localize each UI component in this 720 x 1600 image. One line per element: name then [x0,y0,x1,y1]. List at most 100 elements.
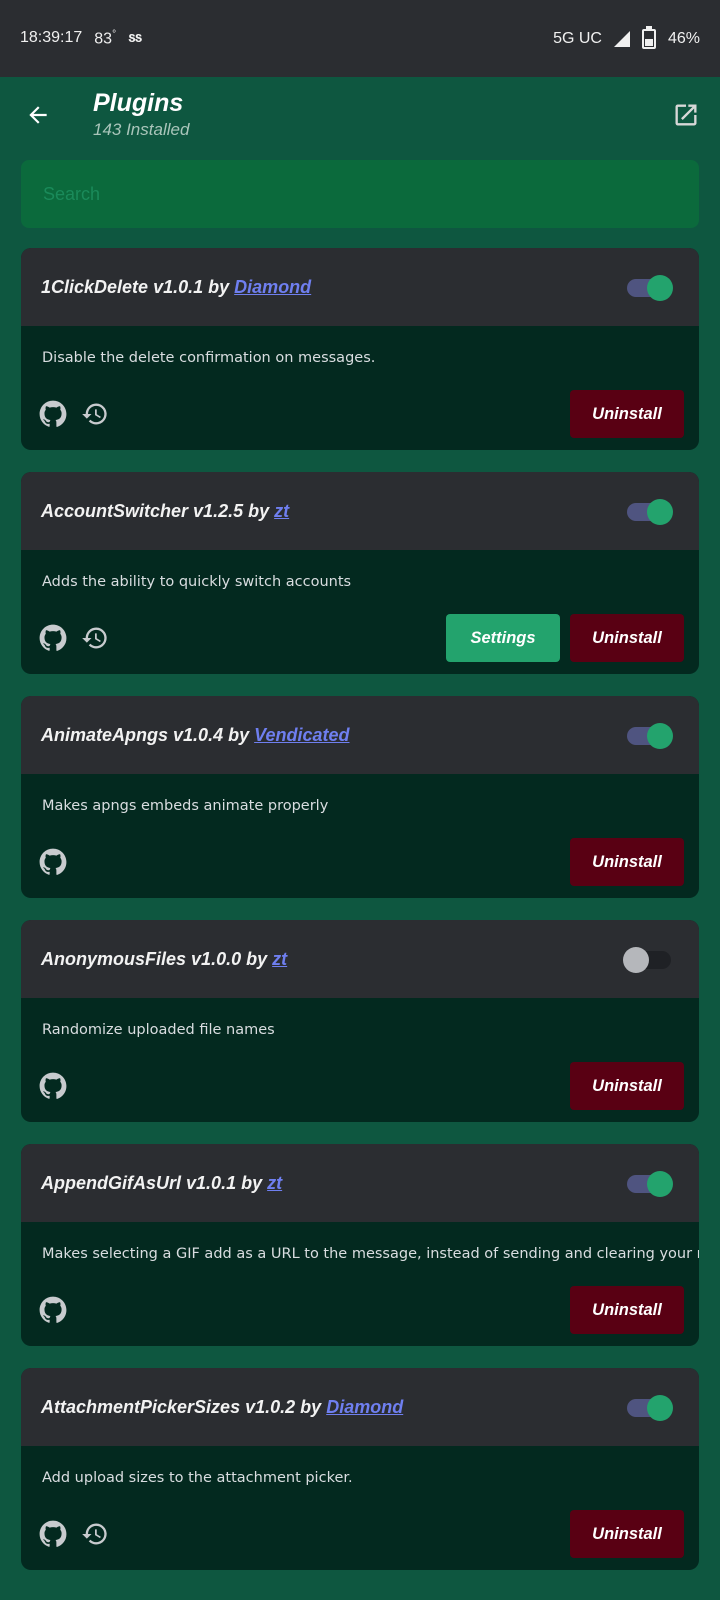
github-button[interactable] [37,1070,69,1102]
plugin-author-link[interactable]: zt [274,501,289,521]
plugin-description: Adds the ability to quickly switch accou… [42,574,352,590]
status-bar-right: 5G UC 46% [553,25,700,49]
uninstall-button[interactable]: Uninstall [570,1510,684,1558]
installed-count: 143 Installed [93,120,190,139]
network-type: 5G UC [553,29,602,47]
toggle-knob [647,1395,673,1421]
plugin-author-link[interactable]: zt [272,949,287,969]
title-block: Plugins 143 Installed [93,89,189,140]
plugin-button-row: Settings Uninstall [446,614,684,662]
plugin-version: v1.2.5 [193,500,244,521]
plugin-description: Randomize uploaded file names [42,1022,275,1038]
github-button[interactable] [37,1518,69,1550]
plugin-name: AnonymousFiles [41,948,187,969]
plugin-name: AnimateApngs [41,724,169,745]
plugin-title: AnonymousFiles v1.0.0 by zt [41,949,287,970]
toggle-knob [623,947,649,973]
github-button[interactable] [37,846,69,878]
plugin-version: v1.0.2 [245,1396,296,1417]
plugin-by: by [228,724,250,745]
github-icon [39,848,67,875]
plugin-button-row: Uninstall [570,1286,684,1334]
plugin-card-header: AnimateApngs v1.0.4 by Vendicated [21,696,699,774]
plugin-version: v1.0.1 [186,1172,237,1193]
plugin-description: Disable the delete confirmation on messa… [42,350,376,366]
github-icon [39,1072,67,1099]
plugin-card-header: AttachmentPickerSizes v1.0.2 by Diamond [21,1368,699,1446]
plugin-icon-row [37,846,69,878]
plugin-card-header: AnonymousFiles v1.0.0 by zt [21,920,699,998]
plugin-by: by [246,948,268,969]
plugin-title: 1ClickDelete v1.0.1 by Diamond [41,277,311,298]
search-input[interactable] [41,182,679,206]
plugin-icon-row [37,1294,69,1326]
arrow-left-icon [29,106,47,124]
app-bar: Plugins 143 Installed [0,77,720,157]
plugin-card-header: 1ClickDelete v1.0.1 by Diamond [21,248,699,326]
toggle-knob [647,275,673,301]
battery-percent: 46% [667,29,700,47]
plugin-enable-toggle[interactable] [627,498,673,525]
history-icon [82,627,107,649]
plugin-icon-row [37,622,111,654]
search-bar [21,160,699,228]
plugin-card-anonymousfiles: AnonymousFiles v1.0.0 by zt Randomize up… [21,920,699,1122]
plugin-button-row: Uninstall [570,390,684,438]
plugin-title: AccountSwitcher v1.2.5 by zt [41,501,289,522]
plugin-version: v1.0.1 [153,276,204,297]
github-icon [39,1520,67,1547]
plugin-enable-toggle[interactable] [627,1170,673,1197]
github-button[interactable] [37,1294,69,1326]
history-button[interactable] [79,398,111,430]
signal-icon [613,30,630,47]
uninstall-button[interactable]: Uninstall [570,390,684,438]
plugin-card-body: Disable the delete confirmation on messa… [21,326,699,450]
plugin-enable-toggle[interactable] [627,274,673,301]
toggle-knob [647,499,673,525]
plugin-enable-toggle[interactable] [627,1394,673,1421]
open-external-button[interactable] [668,97,704,133]
status-extra-icon: ՏՏ [128,32,142,45]
uninstall-button[interactable]: Uninstall [570,1062,684,1110]
page-title: Plugins [93,89,184,117]
plugin-button-row: Uninstall [570,838,684,886]
uninstall-button[interactable]: Uninstall [570,1286,684,1334]
plugin-card-1clickdelete: 1ClickDelete v1.0.1 by Diamond Disable t… [21,248,699,450]
plugin-author-link[interactable]: zt [267,1173,282,1193]
github-icon [39,624,67,651]
plugin-card-body: Randomize uploaded file names Uninstall [21,998,699,1122]
plugin-card-body: Makes selecting a GIF add as a URL to th… [21,1222,699,1346]
uninstall-button[interactable]: Uninstall [570,838,684,886]
plugin-name: AttachmentPickerSizes [41,1396,241,1417]
plugin-card-header: AppendGifAsUrl v1.0.1 by zt [21,1144,699,1222]
uninstall-button[interactable]: Uninstall [570,614,684,662]
plugin-enable-toggle[interactable] [623,946,671,973]
plugin-author-link[interactable]: Diamond [234,277,311,297]
plugin-author-link[interactable]: Vendicated [254,725,349,745]
plugin-version: v1.0.0 [191,948,242,969]
history-button[interactable] [79,622,111,654]
plugin-button-row: Uninstall [570,1062,684,1110]
temperature: 83° [94,28,117,48]
plugin-icon-row [37,1518,111,1550]
plugin-card-appendgifasurl: AppendGifAsUrl v1.0.1 by zt Makes select… [21,1144,699,1346]
settings-button[interactable]: Settings [446,614,560,662]
battery-icon [641,25,656,49]
plugin-card-attachmentpickersizes: AttachmentPickerSizes v1.0.2 by Diamond … [21,1368,699,1570]
plugin-icon-row [37,1070,69,1102]
history-button[interactable] [79,1518,111,1550]
plugin-name: AccountSwitcher [41,500,189,521]
github-button[interactable] [37,622,69,654]
back-button[interactable] [18,95,58,135]
plugin-author-link[interactable]: Diamond [326,1397,403,1417]
plugin-button-row: Uninstall [570,1510,684,1558]
plugin-list: 1ClickDelete v1.0.1 by Diamond Disable t… [21,248,699,1592]
github-button[interactable] [37,398,69,430]
plugin-description: Makes apngs embeds animate properly [42,798,329,814]
plugin-card-accountswitcher: AccountSwitcher v1.2.5 by zt Adds the ab… [21,472,699,674]
plugin-card-body: Adds the ability to quickly switch accou… [21,550,699,674]
plugin-card-body: Add upload sizes to the attachment picke… [21,1446,699,1570]
toggle-knob [647,1171,673,1197]
status-bar: 18:39:17 83° ՏՏ 5G UC 46% [0,0,720,77]
plugin-enable-toggle[interactable] [627,722,673,749]
